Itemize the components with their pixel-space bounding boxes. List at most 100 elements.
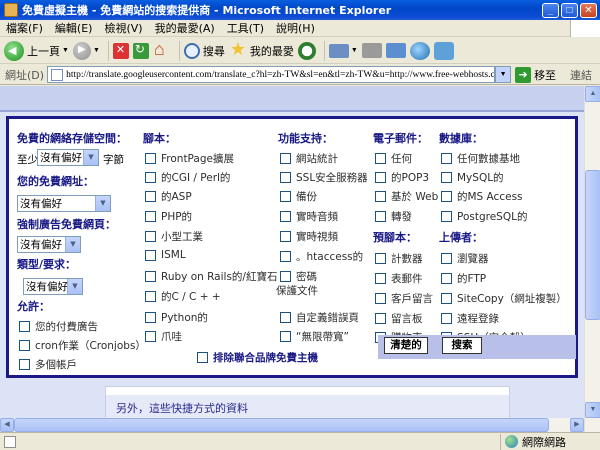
checkbox-box[interactable] [280, 251, 291, 262]
forward-button[interactable]: ▼ [72, 40, 100, 62]
checkbox-counter[interactable]: 計數器 [375, 251, 423, 266]
checkbox-box[interactable] [280, 231, 291, 242]
research-button[interactable] [433, 40, 454, 62]
checkbox-java[interactable]: 爪哇 [145, 329, 182, 344]
checkbox-live-video[interactable]: 實時視頻 [280, 229, 338, 244]
close-button[interactable]: ✕ [580, 2, 597, 18]
checkbox-mysql[interactable]: MySQL的 [441, 170, 504, 185]
checkbox-box[interactable] [19, 359, 30, 370]
checkbox-box[interactable] [145, 312, 156, 323]
checkbox-box[interactable] [441, 293, 452, 304]
checkbox-box[interactable] [375, 211, 386, 222]
messenger-button[interactable] [409, 40, 430, 62]
scroll-left-icon[interactable]: ◀ [0, 418, 14, 432]
menu-favorites[interactable]: 我的最愛(A) [149, 20, 221, 36]
checkbox-box[interactable] [441, 273, 452, 284]
checkbox-postgresql[interactable]: PostgreSQL的 [441, 209, 527, 224]
checkbox-live-audio[interactable]: 實時音頻 [280, 209, 338, 224]
clear-button[interactable]: 清楚的 [384, 337, 428, 354]
address-dropdown-icon[interactable]: ▼ [495, 66, 512, 83]
checkbox-box[interactable] [280, 331, 291, 342]
checkbox-email-any[interactable]: 任何 [375, 151, 412, 166]
checkbox-box[interactable] [441, 191, 452, 202]
checkbox-box[interactable] [145, 271, 156, 282]
checkbox-backups[interactable]: 備份 [280, 189, 317, 204]
scroll-down-icon[interactable]: ▼ [585, 402, 600, 418]
checkbox-telnet[interactable]: 遠程登錄 [441, 311, 499, 326]
checkbox-box[interactable] [280, 153, 291, 164]
checkbox-python[interactable]: Python的 [145, 310, 208, 325]
go-button[interactable]: 移至 [534, 67, 556, 83]
checkbox-htaccess[interactable]: 。htaccess的 [280, 249, 363, 264]
checkbox-ssi[interactable]: 小型工業 [145, 229, 203, 244]
checkbox-box[interactable] [375, 273, 386, 284]
menu-tools[interactable]: 工具(T) [221, 20, 270, 36]
search-submit-button[interactable]: 搜索 [442, 337, 482, 354]
checkbox-ruby[interactable]: Ruby on Rails的/紅寶石 [145, 269, 277, 284]
checkbox-box[interactable] [145, 249, 156, 261]
mail-dropdown-icon[interactable]: ▼ [351, 47, 358, 54]
checkbox-site-stats[interactable]: 網站統計 [280, 151, 338, 166]
checkbox-box[interactable] [280, 191, 291, 202]
favorites-button[interactable]: 我的最愛 [229, 39, 294, 62]
menu-file[interactable]: 檔案(F) [0, 20, 49, 36]
checkbox-box[interactable] [375, 191, 386, 202]
checkbox-frontpage[interactable]: FrontPage擴展 [145, 151, 234, 166]
back-button[interactable]: 上一頁 ▼ [4, 40, 69, 62]
checkbox-box[interactable] [280, 172, 291, 183]
checkbox-box[interactable] [375, 253, 386, 264]
checkbox-ms-access[interactable]: 的MS Access [441, 189, 523, 204]
checkbox-unlimited-bandwidth[interactable]: “無限帶寬” [280, 329, 349, 344]
checkbox-box[interactable] [145, 231, 156, 242]
checkbox-password[interactable]: 密碼 [280, 269, 317, 284]
checkbox-cronjobs[interactable]: cron作業（Cronjobs） [19, 338, 146, 353]
checkbox-box[interactable] [197, 352, 208, 363]
scroll-up-icon[interactable]: ▲ [585, 86, 600, 102]
checkbox-box[interactable] [19, 321, 30, 332]
vertical-scroll-thumb[interactable] [585, 170, 600, 320]
checkbox-box[interactable] [375, 172, 386, 183]
menu-view[interactable]: 檢視(V) [98, 20, 148, 36]
menu-help[interactable]: 說明(H) [270, 20, 321, 36]
edit-button[interactable] [385, 40, 406, 62]
type-select[interactable]: 沒有偏好 ▼ [23, 278, 83, 295]
storage-select[interactable]: 沒有偏好 ▼ [37, 149, 99, 166]
checkbox-box[interactable] [280, 312, 291, 323]
refresh-button[interactable] [132, 40, 149, 62]
search-button[interactable]: 搜尋 [183, 40, 225, 62]
checkbox-exclude-cobranded[interactable]: 排除聯合品牌免費主機 [197, 350, 318, 365]
maximize-button[interactable]: □ [561, 2, 578, 18]
checkbox-box[interactable] [441, 172, 452, 183]
domain-select[interactable]: 沒有偏好 ▼ [17, 195, 111, 212]
go-arrow-icon[interactable]: ➜ [515, 66, 532, 83]
checkbox-php[interactable]: PHP的 [145, 209, 192, 224]
checkbox-message-board[interactable]: 留言板 [375, 311, 423, 326]
checkbox-browser-upload[interactable]: 瀏覽器 [441, 251, 489, 266]
print-button[interactable] [361, 40, 382, 62]
checkbox-isml[interactable]: ISML [145, 249, 186, 261]
links-button[interactable]: 連結 [570, 67, 600, 83]
checkbox-forwarding[interactable]: 轉發 [375, 209, 412, 224]
minimize-button[interactable]: _ [542, 2, 559, 18]
checkbox-box[interactable] [280, 211, 291, 222]
forward-dropdown-icon[interactable]: ▼ [93, 47, 100, 54]
checkbox-box[interactable] [375, 153, 386, 164]
checkbox-ftp[interactable]: 的FTP [441, 271, 486, 286]
checkbox-multiple-accounts[interactable]: 多個帳戶 [19, 357, 77, 372]
checkbox-box[interactable] [145, 153, 156, 164]
checkbox-custom-error-pages[interactable]: 自定義錯誤頁 [280, 310, 359, 325]
checkbox-box[interactable] [441, 313, 452, 324]
address-input[interactable]: http://translate.googleusercontent.com/t… [47, 66, 496, 83]
horizontal-scrollbar[interactable]: ◀ ▶ [0, 418, 584, 432]
menu-edit[interactable]: 編輯(E) [49, 20, 99, 36]
checkbox-box[interactable] [441, 153, 452, 164]
checkbox-box[interactable] [280, 271, 291, 282]
checkbox-pop3[interactable]: 的POP3 [375, 170, 429, 185]
checkbox-paid-ads[interactable]: 您的付費廣告 [19, 319, 98, 334]
checkbox-box[interactable] [441, 211, 452, 222]
checkbox-c-cpp[interactable]: 的C / C + + [145, 289, 221, 304]
checkbox-sitecopy[interactable]: SiteCopy（網址複製） [441, 291, 567, 306]
checkbox-box[interactable] [145, 191, 156, 202]
checkbox-box[interactable] [145, 331, 156, 342]
forced-ads-select[interactable]: 沒有偏好 ▼ [17, 236, 81, 253]
